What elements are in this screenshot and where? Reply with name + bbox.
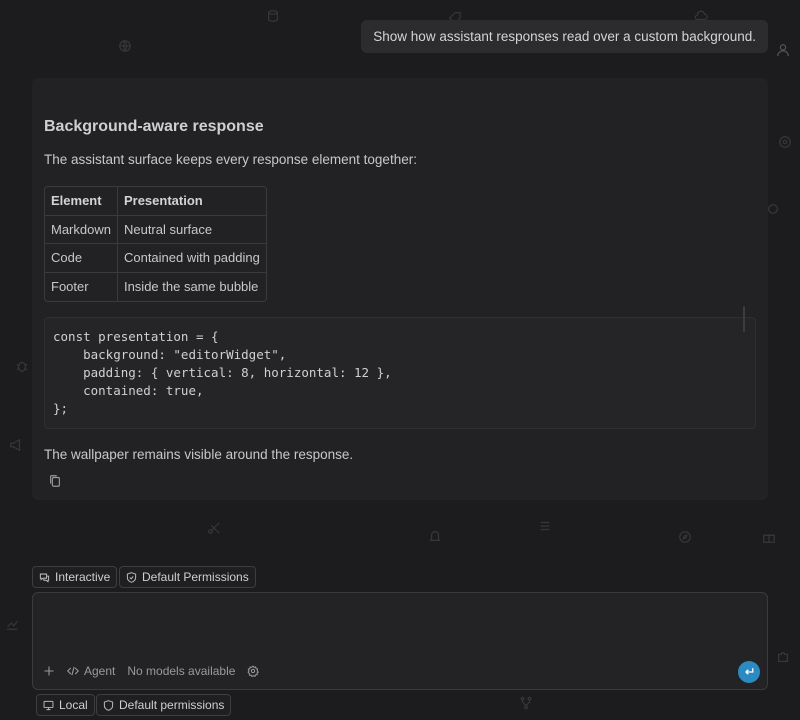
response-intro: The assistant surface keeps every respon… <box>44 152 417 167</box>
shield-icon <box>126 571 137 583</box>
response-footer-text: The wallpaper remains visible around the… <box>44 447 354 462</box>
send-button[interactable] <box>738 661 760 683</box>
user-message: Show how assistant responses read over a… <box>361 20 768 53</box>
bottom-permissions-chip[interactable]: Default permissions <box>96 694 232 716</box>
shield-icon <box>103 699 114 711</box>
code-line: contained: true, <box>53 383 204 398</box>
interactive-chip-label: Interactive <box>55 570 111 584</box>
table-cell: Contained with padding <box>117 244 266 273</box>
response-title: Background-aware response <box>44 118 264 135</box>
table-row: Markdown Neutral surface <box>45 215 266 244</box>
code-block[interactable]: const presentation = { background: "edit… <box>44 306 756 429</box>
return-icon <box>745 668 754 675</box>
target-icon <box>778 135 792 149</box>
circle-icon <box>766 202 780 216</box>
megaphone-icon <box>9 438 23 452</box>
table-header-presentation: Presentation <box>117 187 266 216</box>
location-chip[interactable]: Local <box>36 694 95 716</box>
table-cell: Markdown <box>45 215 118 244</box>
table-row: Footer Inside the same bubble <box>45 272 266 301</box>
bug-icon <box>15 359 29 373</box>
bottom-permissions-chip-label: Default permissions <box>119 698 225 712</box>
model-picker[interactable]: No models available <box>127 664 235 678</box>
mode-picker[interactable]: Agent <box>67 664 115 678</box>
gear-icon <box>247 665 260 677</box>
compass-icon <box>678 530 692 544</box>
assistant-response: Background-aware response The assistant … <box>32 78 768 500</box>
composer-toolbar: Agent No models available <box>43 664 260 678</box>
git-branch-icon <box>519 696 533 710</box>
user-avatar-icon <box>776 43 790 57</box>
plus-icon <box>44 666 54 676</box>
code-icon <box>67 666 79 676</box>
code-line: padding: { vertical: 8, horizontal: 12 }… <box>53 365 392 380</box>
globe-icon <box>118 39 132 53</box>
bell-icon <box>428 529 442 543</box>
table-cell: Neutral surface <box>117 216 266 244</box>
table-cell: Inside the same bubble <box>123 279 259 295</box>
default-permissions-chip[interactable]: Default Permissions <box>119 566 256 588</box>
code-line: }; <box>53 401 69 416</box>
database-icon <box>266 9 280 23</box>
default-permissions-chip-label: Default Permissions <box>142 570 249 584</box>
composer: Agent No models available <box>32 592 768 690</box>
puzzle-icon <box>776 650 790 664</box>
mode-label: Agent <box>84 664 116 678</box>
add-button[interactable] <box>43 665 55 677</box>
code-scrollbar[interactable] <box>743 306 745 332</box>
code-line: const presentation = { <box>53 329 219 344</box>
model-label: No models available <box>127 664 236 678</box>
table-header-element: Element <box>45 187 118 216</box>
table-cell: Code <box>45 244 118 273</box>
interactive-chip[interactable]: Interactive <box>32 566 118 588</box>
table-header-row: Element Presentation <box>45 187 266 216</box>
list-icon <box>538 519 552 533</box>
presentation-table: Element Presentation Markdown Neutral su… <box>44 186 267 302</box>
copy-icon[interactable] <box>48 474 62 488</box>
scissors-icon <box>207 521 221 535</box>
settings-button[interactable] <box>247 665 260 677</box>
chart-icon <box>5 617 19 631</box>
chat-input[interactable] <box>43 601 743 651</box>
chat-bubbles-icon <box>39 573 50 583</box>
location-chip-label: Local <box>59 698 88 712</box>
code-line: background: "editorWidget", <box>53 347 287 362</box>
table-cell: Footer <box>45 272 118 301</box>
table-row: Code Contained with padding <box>45 244 266 273</box>
monitor-icon <box>43 700 54 710</box>
gift-icon <box>762 530 776 544</box>
